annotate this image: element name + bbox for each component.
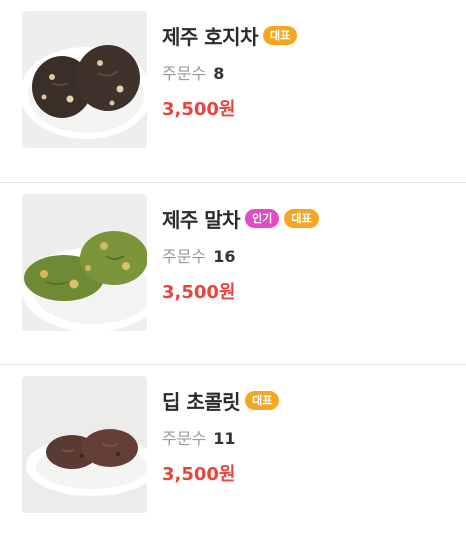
order-count: 주문수 8 bbox=[162, 63, 297, 85]
menu-item-price: 3,500원 bbox=[162, 464, 236, 485]
menu-item[interactable]: 제주 호지차 대표 주문수 8 3,500원 bbox=[0, 0, 466, 182]
matcha-cookie-image-graphic bbox=[22, 194, 147, 331]
badge-representative: 대표 bbox=[284, 208, 319, 228]
badge-representative: 대표 bbox=[245, 390, 280, 410]
order-count-label: 주문수 bbox=[162, 247, 207, 266]
title-row: 제주 호지차 대표 bbox=[162, 20, 298, 50]
menu-item-name: 제주 말차 bbox=[162, 207, 241, 232]
title-row: 딥 초콜릿 대표 bbox=[162, 385, 280, 415]
menu-item-name: 딥 초콜릿 bbox=[162, 389, 241, 414]
menu-item-price: 3,500원 bbox=[162, 99, 236, 120]
order-count: 주문수 16 bbox=[162, 246, 319, 268]
order-count-value: 11 bbox=[213, 429, 236, 448]
chocolate-cookie-image[interactable] bbox=[22, 376, 147, 513]
menu-item-info: 딥 초콜릿 대표 주문수 11 3,500원 bbox=[162, 385, 280, 487]
badge-representative: 대표 bbox=[262, 25, 298, 45]
title-row: 제주 말차 인기 대표 bbox=[162, 203, 319, 233]
hojicha-cookie-image-graphic bbox=[22, 11, 147, 148]
menu-list: 제주 호지차 대표 주문수 8 3,500원 제주 말차 인기 대표 주문수 1… bbox=[0, 0, 466, 546]
matcha-cookie-image[interactable] bbox=[22, 194, 147, 331]
menu-item[interactable]: 제주 말차 인기 대표 주문수 16 3,500원 bbox=[0, 182, 466, 364]
chocolate-cookie-image-graphic bbox=[22, 376, 147, 513]
menu-item-info: 제주 말차 인기 대표 주문수 16 3,500원 bbox=[162, 203, 319, 305]
menu-item-name: 제주 호지차 bbox=[162, 24, 258, 49]
menu-item-info: 제주 호지차 대표 주문수 8 3,500원 bbox=[162, 20, 298, 122]
order-count: 주문수 11 bbox=[162, 428, 279, 450]
menu-item[interactable]: 딥 초콜릿 대표 주문수 11 3,500원 bbox=[0, 364, 466, 546]
order-count-label: 주문수 bbox=[162, 429, 207, 448]
badge-popular: 인기 bbox=[245, 208, 280, 228]
menu-item-price: 3,500원 bbox=[162, 282, 236, 303]
hojicha-cookie-image[interactable] bbox=[22, 11, 147, 148]
order-count-value: 8 bbox=[213, 64, 225, 83]
order-count-value: 16 bbox=[213, 247, 236, 266]
order-count-label: 주문수 bbox=[162, 64, 207, 83]
